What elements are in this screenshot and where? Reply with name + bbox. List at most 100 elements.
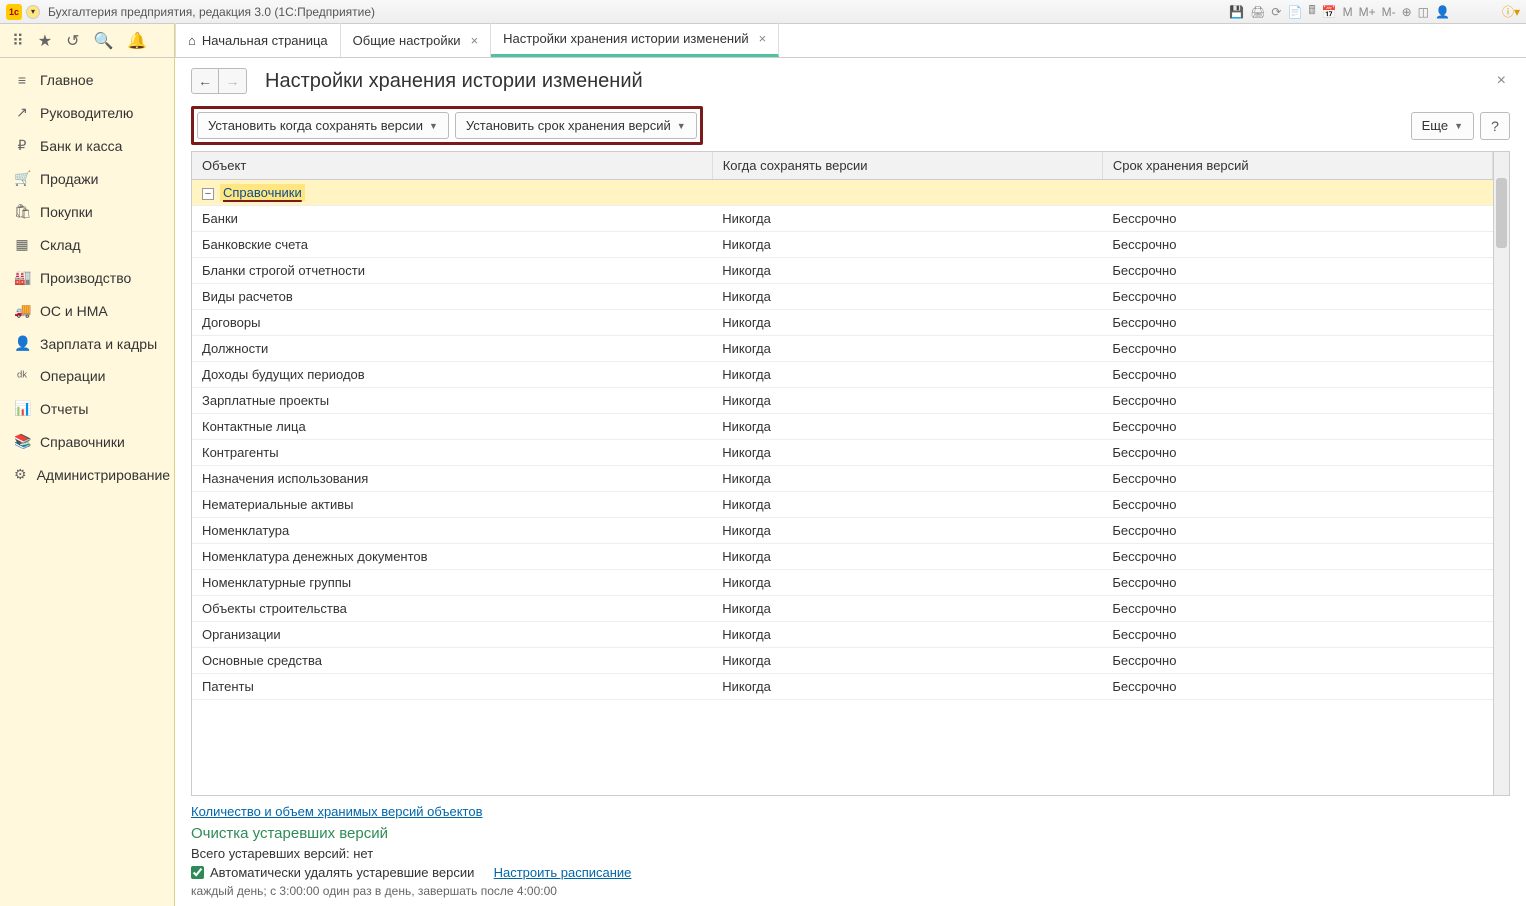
table-row[interactable]: Банковские счетаНикогдаБессрочно: [192, 232, 1493, 258]
bell-icon[interactable]: 🔔: [127, 31, 147, 51]
cell-when: Никогда: [712, 258, 1102, 284]
sidebar: ≡Главное↗Руководителю₽Банк и касса 🛒 Прода…: [0, 58, 175, 906]
nav-forward-button[interactable]: →: [219, 68, 247, 94]
sidebar-item-label: Продажи: [40, 171, 98, 187]
apps-icon[interactable]: ⠿: [12, 31, 24, 51]
tab-general-settings[interactable]: Общие настройки ×: [341, 23, 492, 57]
app-menu-dropdown[interactable]: ▾: [26, 5, 40, 19]
column-header-object[interactable]: Объект: [192, 152, 712, 180]
column-header-when[interactable]: Когда сохранять версии: [712, 152, 1102, 180]
objects-grid[interactable]: Объект Когда сохранять версии Срок хране…: [192, 152, 1493, 795]
close-icon[interactable]: ×: [471, 33, 479, 48]
m-icon[interactable]: M: [1343, 5, 1353, 19]
sidebar-icon: ↗: [14, 104, 30, 121]
sidebar-icon: 📚: [14, 433, 30, 450]
table-row[interactable]: Бланки строгой отчетностиНикогдаБессрочн…: [192, 258, 1493, 284]
table-row[interactable]: ПатентыНикогдаБессрочно: [192, 674, 1493, 700]
link-version-count[interactable]: Количество и объем хранимых версий объек…: [191, 804, 482, 819]
table-row[interactable]: КонтрагентыНикогдаБессрочно: [192, 440, 1493, 466]
cell-object: Виды расчетов: [192, 284, 712, 310]
nav-back-button[interactable]: ←: [191, 68, 219, 94]
table-row[interactable]: ОрганизацииНикогдаБессрочно: [192, 622, 1493, 648]
cell-object: Номенклатура: [192, 518, 712, 544]
set-when-save-button[interactable]: Установить когда сохранять версии▼: [197, 112, 449, 139]
sidebar-item-1[interactable]: ↗Руководителю: [0, 96, 174, 129]
star-icon[interactable]: ★: [38, 31, 52, 51]
sidebar-item-label: Операции: [40, 368, 106, 384]
sidebar-item-8[interactable]: 👤Зарплата и кадры: [0, 327, 174, 360]
table-row[interactable]: ДолжностиНикогдаБессрочно: [192, 336, 1493, 362]
sidebar-item-12[interactable]: ⚙Администрирование: [0, 458, 174, 491]
table-row[interactable]: Виды расчетовНикогдаБессрочно: [192, 284, 1493, 310]
save-icon[interactable]: 💾: [1229, 5, 1244, 19]
m-plus-icon[interactable]: M+: [1359, 5, 1376, 19]
column-header-term[interactable]: Срок хранения версий: [1102, 152, 1492, 180]
sidebar-item-10[interactable]: 📊Отчеты: [0, 392, 174, 425]
tab-history-settings[interactable]: Настройки хранения истории изменений ×: [491, 23, 779, 57]
table-row[interactable]: ДоговорыНикогдаБессрочно: [192, 310, 1493, 336]
calc-icon[interactable]: 🖩: [1308, 1, 1315, 22]
close-icon[interactable]: ×: [759, 31, 767, 46]
sidebar-item-3[interactable]: 🛒 Продажи: [0, 162, 174, 195]
titlebar: 1c ▾ Бухгалтерия предприятия, редакция 3…: [0, 0, 1526, 24]
tab-home[interactable]: ⌂ Начальная страница: [175, 23, 341, 57]
cell-term: Бессрочно: [1102, 388, 1492, 414]
page-title: Настройки хранения истории изменений: [265, 70, 643, 93]
cell-object: Основные средства: [192, 648, 712, 674]
more-button[interactable]: Еще▼: [1411, 112, 1474, 140]
search-icon[interactable]: 🔍: [93, 31, 113, 51]
doc-icon[interactable]: 📄: [1287, 5, 1302, 19]
close-page-button[interactable]: ×: [1493, 68, 1510, 94]
scrollbar-thumb[interactable]: [1496, 178, 1507, 248]
scrollbar[interactable]: [1493, 152, 1509, 795]
table-row[interactable]: Нематериальные активыНикогдаБессрочно: [192, 492, 1493, 518]
table-row[interactable]: Доходы будущих периодовНикогдаБессрочно: [192, 362, 1493, 388]
cell-object: Контрагенты: [192, 440, 712, 466]
sidebar-item-7[interactable]: 🚚ОС и НМА: [0, 294, 174, 327]
sidebar-icon: 👤: [14, 335, 30, 352]
sidebar-item-2[interactable]: ₽Банк и касса: [0, 129, 174, 162]
table-row[interactable]: Основные средстваНикогдаБессрочно: [192, 648, 1493, 674]
sidebar-icon: 🛒: [14, 170, 30, 187]
table-row[interactable]: Номенклатурные группыНикогдаБессрочно: [192, 570, 1493, 596]
table-row[interactable]: Номенклатура денежных документовНикогдаБ…: [192, 544, 1493, 570]
sidebar-item-6[interactable]: 🏭Производство: [0, 261, 174, 294]
history-icon[interactable]: ↺: [66, 31, 79, 51]
calendar-icon[interactable]: 📅: [1322, 5, 1337, 19]
sidebar-item-4[interactable]: 🛍Покупки: [0, 195, 174, 228]
set-storage-term-button[interactable]: Установить срок хранения версий▼: [455, 112, 697, 139]
sidebar-item-9[interactable]: ᵈᵏОперации: [0, 360, 174, 392]
cell-when: Никогда: [712, 336, 1102, 362]
cell-term: Бессрочно: [1102, 414, 1492, 440]
sidebar-item-label: Главное: [40, 72, 94, 88]
table-row[interactable]: Контактные лицаНикогдаБессрочно: [192, 414, 1493, 440]
cell-when: Никогда: [712, 232, 1102, 258]
zoom-in-icon[interactable]: ⊕: [1402, 5, 1412, 19]
sidebar-item-label: ОС и НМА: [40, 303, 108, 319]
auto-delete-checkbox[interactable]: [191, 866, 204, 879]
print-icon[interactable]: 🖨: [1250, 5, 1265, 19]
cell-when: Никогда: [712, 674, 1102, 700]
table-row[interactable]: Назначения использованияНикогдаБессрочно: [192, 466, 1493, 492]
cell-term: Бессрочно: [1102, 336, 1492, 362]
table-row[interactable]: БанкиНикогдаБессрочно: [192, 206, 1493, 232]
table-row[interactable]: НоменклатураНикогдаБессрочно: [192, 518, 1493, 544]
sidebar-item-5[interactable]: ▦Склад: [0, 228, 174, 261]
refresh-icon[interactable]: ⟳: [1271, 5, 1281, 19]
info-icon[interactable]: ⓘ▾: [1502, 3, 1520, 20]
tabs: ⌂ Начальная страница Общие настройки × Н…: [175, 24, 779, 57]
window-icon[interactable]: ◫: [1418, 5, 1429, 19]
sidebar-item-0[interactable]: ≡Главное: [0, 64, 174, 96]
m-minus-icon[interactable]: M-: [1382, 5, 1396, 19]
user-icon[interactable]: 👤: [1435, 5, 1450, 19]
collapse-icon[interactable]: −: [202, 188, 214, 200]
group-row-directories[interactable]: −Справочники: [192, 180, 1493, 206]
link-configure-schedule[interactable]: Настроить расписание: [494, 865, 632, 880]
help-button[interactable]: ?: [1480, 112, 1510, 140]
sidebar-item-11[interactable]: 📚Справочники: [0, 425, 174, 458]
table-row[interactable]: Объекты строительстваНикогдаБессрочно: [192, 596, 1493, 622]
cell-when: Никогда: [712, 596, 1102, 622]
cell-when: Никогда: [712, 492, 1102, 518]
cell-object: Договоры: [192, 310, 712, 336]
table-row[interactable]: Зарплатные проектыНикогдаБессрочно: [192, 388, 1493, 414]
